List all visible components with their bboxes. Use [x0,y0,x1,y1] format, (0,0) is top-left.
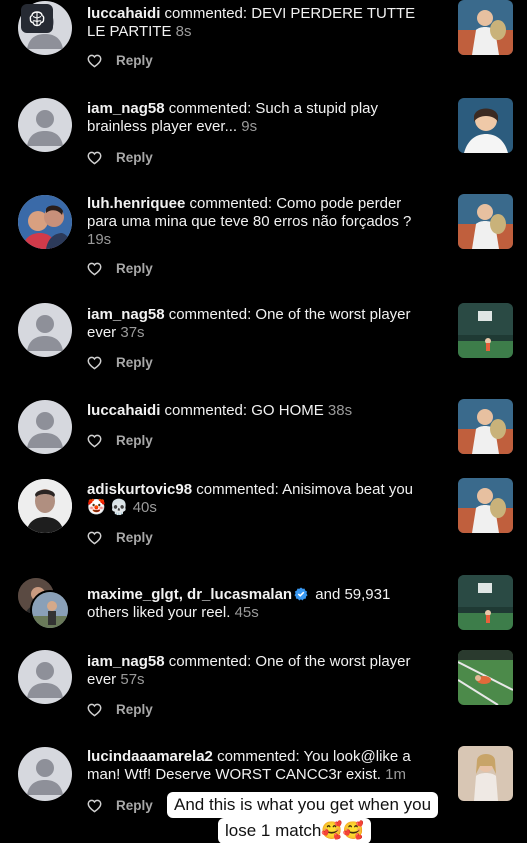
heart-outline-icon[interactable] [87,703,102,717]
timestamp: 9s [241,118,258,135]
avatar[interactable] [18,303,72,357]
reply-button[interactable]: Reply [116,798,153,813]
heart-outline-icon[interactable] [87,434,102,448]
post-thumbnail[interactable] [458,194,513,249]
notification-text: iam_nag58 commented: One of the worst pl… [87,306,411,341]
avatar[interactable] [18,195,72,249]
username[interactable]: iam_nag58 [87,100,165,117]
post-thumbnail[interactable] [458,98,513,153]
reply-row: Reply [87,702,153,717]
avatar[interactable] [18,479,72,533]
post-thumbnail[interactable] [458,399,513,454]
notification-text: lucindaaamarela2 commented: You look@lik… [87,748,411,783]
timestamp: 1m [385,766,406,783]
username[interactable]: iam_nag58 [87,306,165,323]
liker-avatars[interactable] [16,576,76,636]
username[interactable]: maxime_glgt, dr_lucasmalan [87,586,292,603]
heart-outline-icon[interactable] [87,799,102,813]
story-caption-line-1: And this is what you get when you [167,792,439,818]
heart-outline-icon[interactable] [87,262,102,276]
username[interactable]: adiskurtovic98 [87,481,192,498]
timestamp: 45s [234,604,259,621]
reply-row: Reply [87,355,153,370]
reply-button[interactable]: Reply [116,433,153,448]
brain-icon [29,10,45,26]
username[interactable]: lucindaaamarela2 [87,748,213,765]
username[interactable]: luccahaidi [87,5,160,22]
heart-outline-icon[interactable] [87,356,102,370]
story-caption-line-2: lose 1 match🥰🥰 [218,818,371,843]
reply-button[interactable]: Reply [116,355,153,370]
post-thumbnail[interactable] [458,478,513,533]
timestamp: 8s [175,23,192,40]
reply-row: Reply [87,798,153,813]
notification-text: iam_nag58 commented: One of the worst pl… [87,653,411,688]
avatar [30,590,70,630]
avatar[interactable] [18,747,72,801]
timestamp: 40s [132,499,157,516]
reply-button[interactable]: Reply [116,261,153,276]
reply-row: Reply [87,433,153,448]
reply-row: Reply [87,53,153,68]
avatar[interactable] [18,400,72,454]
username[interactable]: luh.henriquee [87,195,185,212]
timestamp: 19s [87,231,112,248]
timestamp: 37s [120,324,145,341]
reply-button[interactable]: Reply [116,530,153,545]
reply-button[interactable]: Reply [116,53,153,68]
post-thumbnail[interactable] [458,575,513,630]
reply-button[interactable]: Reply [116,702,153,717]
notification-text: luh.henriquee commented: Como pode perde… [87,195,412,248]
post-thumbnail[interactable] [458,746,513,801]
post-thumbnail[interactable] [458,650,513,705]
avatar[interactable] [18,98,72,152]
reply-row: Reply [87,530,153,545]
username[interactable]: luccahaidi [87,402,160,419]
brain-button[interactable] [21,4,53,33]
notification-text: adiskurtovic98 commented: Anisimova beat… [87,481,414,516]
timestamp: 57s [120,671,145,688]
post-thumbnail[interactable] [458,303,513,358]
username[interactable]: iam_nag58 [87,653,165,670]
timestamp: 38s [327,402,353,419]
notification-text: iam_nag58 commented: Such a stupid play … [87,100,378,135]
reply-row: Reply [87,150,153,165]
heart-outline-icon[interactable] [87,54,102,68]
post-thumbnail[interactable] [458,0,513,55]
reply-row: Reply [87,261,153,276]
notification-text: luccahaidi commented: GO HOME 38s [87,402,353,419]
reply-button[interactable]: Reply [116,150,153,165]
notification-text: luccahaidi commented: DEVI PERDERE TUTTE… [87,5,416,40]
verified-badge-icon [294,587,308,601]
avatar[interactable] [18,650,72,704]
heart-outline-icon[interactable] [87,151,102,165]
heart-outline-icon[interactable] [87,531,102,545]
notification-text: maxime_glgt, dr_lucasmalan and 59,931 ot… [87,586,391,621]
